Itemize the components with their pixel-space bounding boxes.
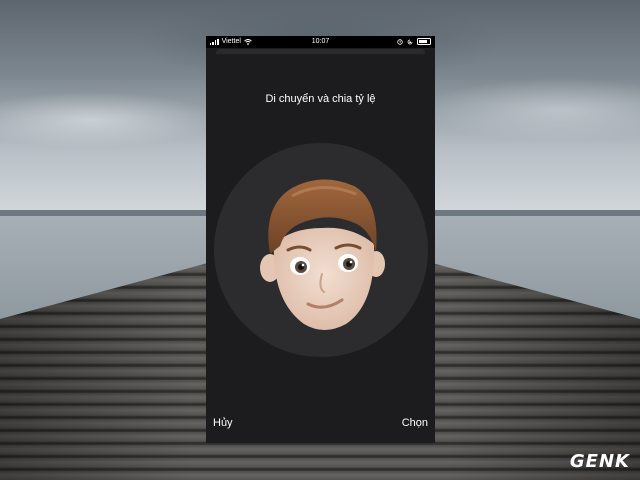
page-title: Di chuyển và chia tỷ lệ (265, 93, 376, 105)
status-bar: Viettel 10:07 (206, 36, 435, 48)
memoji-avatar[interactable] (252, 166, 392, 346)
sheet-edge (216, 49, 425, 54)
rotation-lock-icon (407, 39, 413, 44)
face (273, 227, 375, 330)
status-right (397, 38, 431, 45)
battery-icon (417, 38, 431, 45)
alarm-icon (397, 38, 403, 45)
choose-button[interactable]: Chọn (402, 417, 428, 429)
watermark-logo: GENK (569, 451, 630, 472)
cancel-button[interactable]: Hủy (213, 417, 233, 429)
phone-screen: Viettel 10:07 Di chuyển và chia tỷ lệ Hủ… (206, 36, 435, 443)
